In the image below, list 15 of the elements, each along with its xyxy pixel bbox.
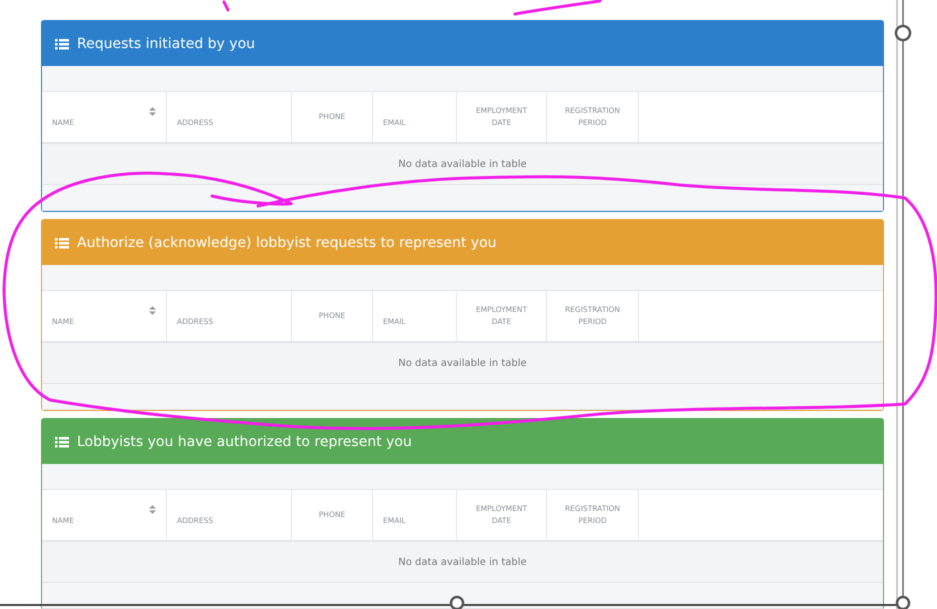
- resize-handle[interactable]: [894, 24, 912, 42]
- list-icon: [55, 38, 69, 50]
- panel-title: Requests initiated by you: [77, 36, 256, 52]
- empty-message: No data available in table: [398, 158, 527, 170]
- sort-icon[interactable]: [149, 306, 156, 314]
- empty-message: No data available in table: [398, 358, 527, 368]
- list-icon: [55, 236, 69, 248]
- sort-icon[interactable]: [149, 106, 156, 116]
- resize-handle[interactable]: [896, 596, 910, 609]
- panel-title: Lobbyists you have authorized to represent you: [77, 434, 412, 450]
- empty-message: No data available in table: [398, 556, 527, 568]
- panel-title: Authorize (acknowledge) lobbyist requests to represent you: [77, 234, 497, 250]
- list-icon: [55, 436, 69, 448]
- sort-icon[interactable]: [149, 504, 156, 514]
- resize-handle[interactable]: [450, 596, 464, 609]
